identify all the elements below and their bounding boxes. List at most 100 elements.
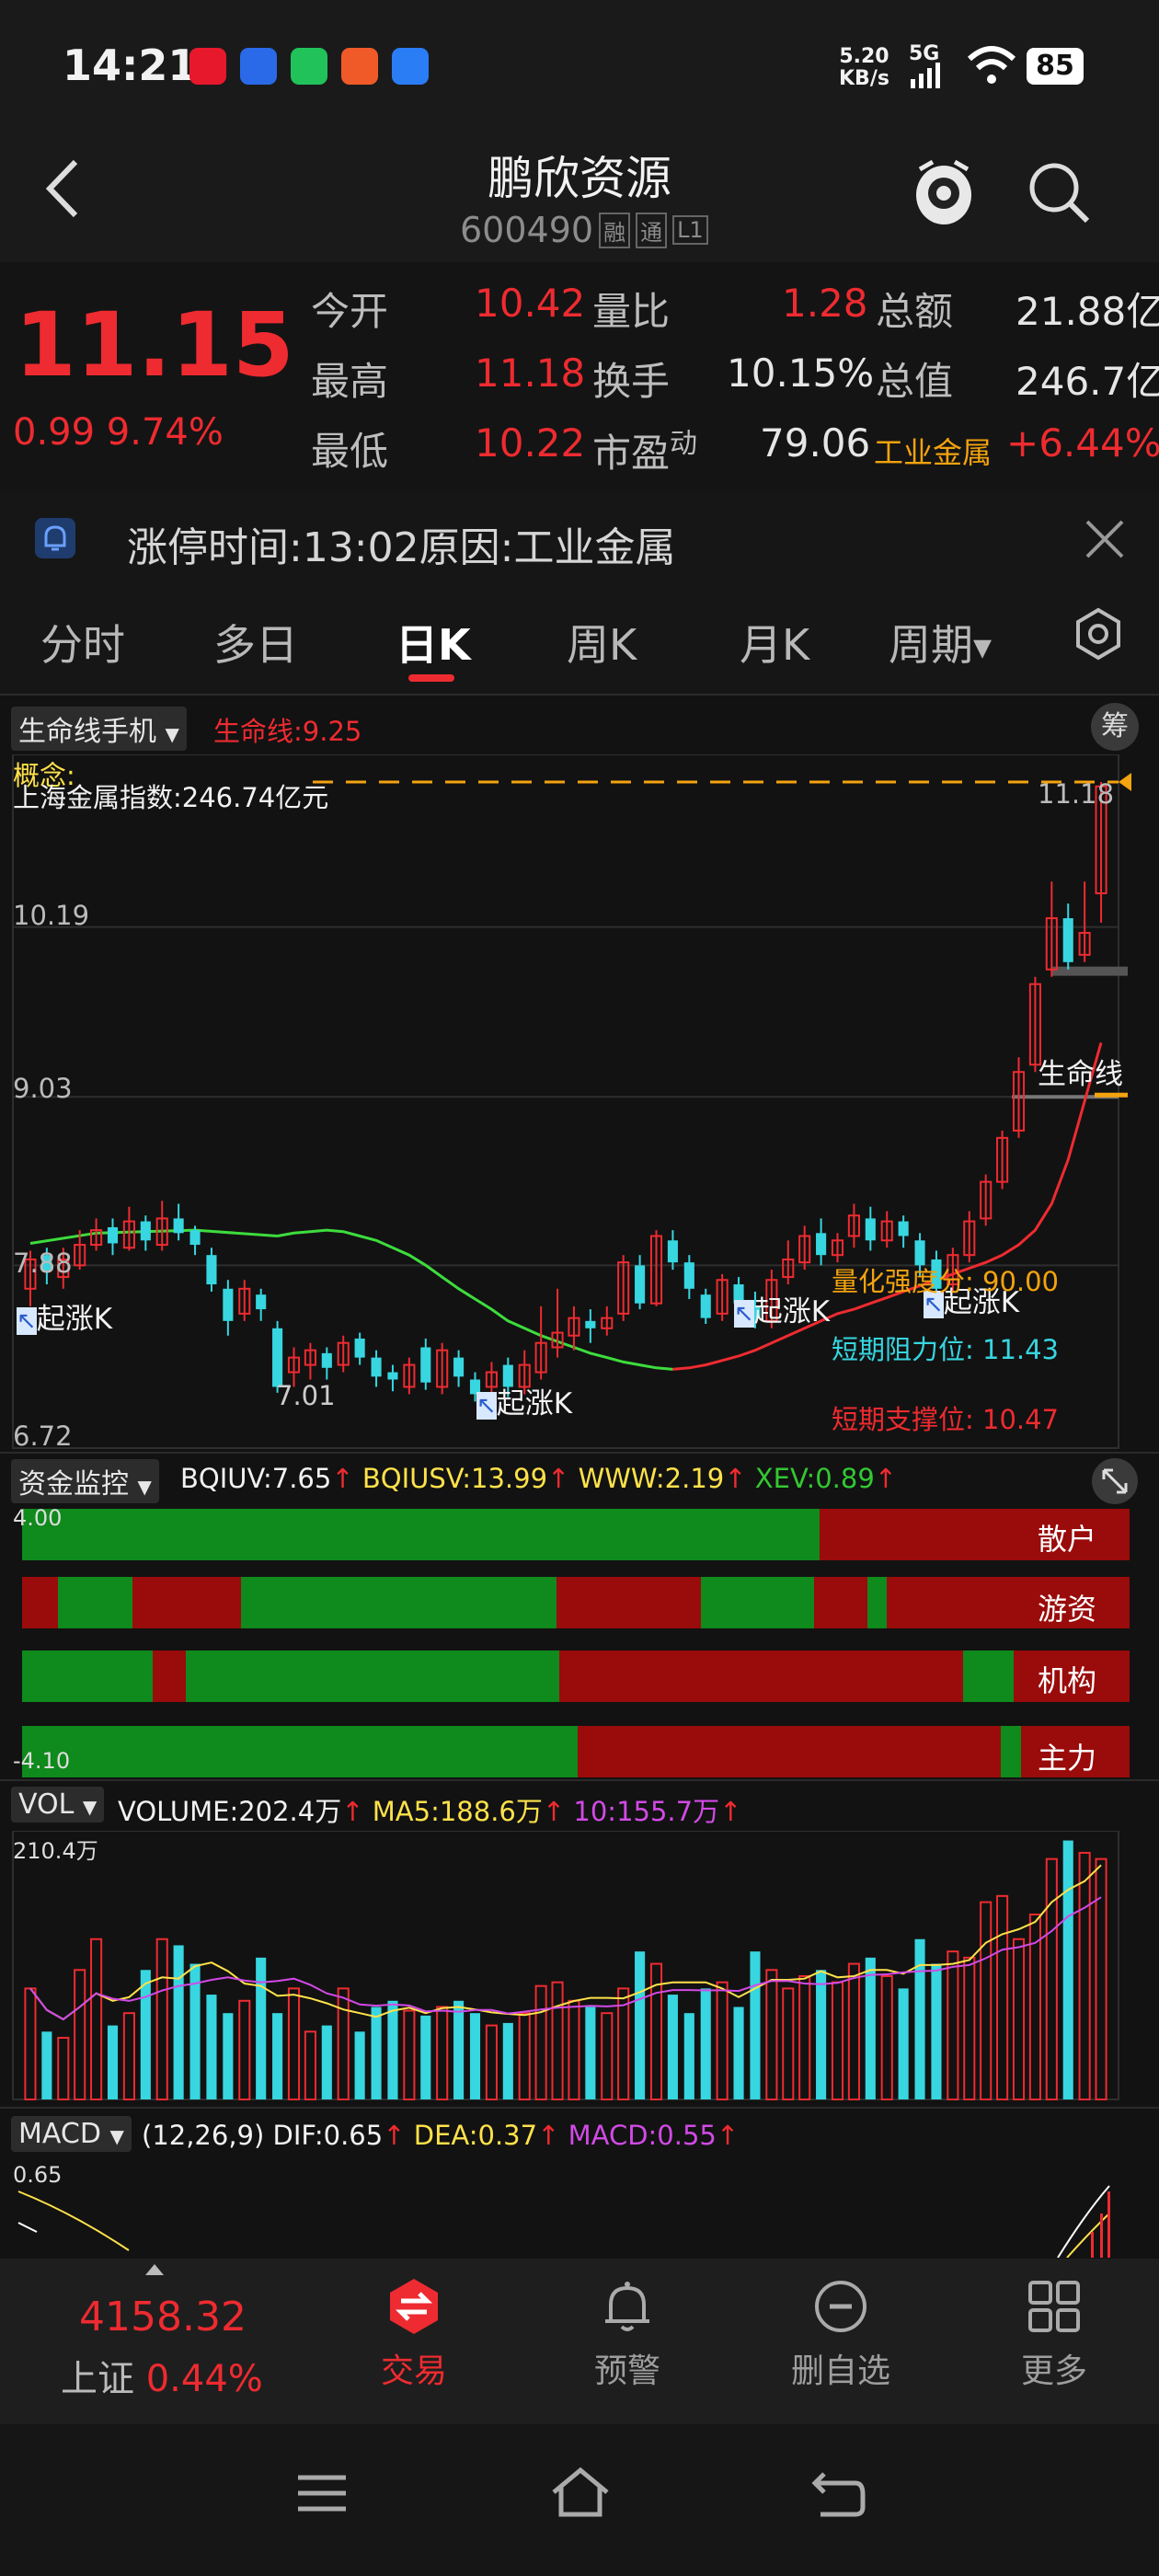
volume-chart [12, 1831, 1119, 2101]
volume-bar [1078, 1851, 1091, 2100]
candle-body [371, 1357, 382, 1377]
app-icon-blue [240, 48, 277, 85]
close-icon[interactable] [1084, 518, 1126, 560]
candle-body [256, 1294, 267, 1310]
volume-bar [206, 1995, 217, 2099]
chevron-down-icon: ▼ [82, 1796, 98, 1818]
bqiuv-value: BQIUV:7.65 [180, 1463, 332, 1494]
pe-label: 市盈动 [592, 428, 698, 476]
limit-up-banner[interactable]: 涨停时间:13:02原因:工业金属 [0, 492, 1159, 584]
candle-body [387, 1372, 398, 1380]
indicator-selector[interactable]: 生命线手机 ▼ [11, 707, 187, 751]
menu-icon[interactable] [294, 2470, 350, 2516]
volume-bar [733, 2007, 744, 2099]
nav-trade[interactable]: 交易 [340, 2277, 488, 2392]
nav-more[interactable]: 更多 [981, 2277, 1128, 2392]
app-icon-red [189, 48, 226, 85]
divider [0, 2107, 1159, 2109]
candle-body [635, 1265, 646, 1304]
battery-indicator: 85 [1027, 48, 1084, 85]
tab-period[interactable]: 周期▼ [889, 612, 992, 673]
overlay-text: 上海金属指数:246.74亿元 [13, 782, 329, 813]
volume-bar [996, 1894, 1009, 2100]
volume-bar [847, 1962, 860, 2100]
vol-selector[interactable]: VOL ▼ [11, 1787, 105, 1823]
volume-bar [568, 1999, 580, 2100]
fund-label-institution: 机构 [1037, 1663, 1096, 1698]
volume-bar [238, 1999, 251, 2100]
volume-bar [304, 2030, 316, 2100]
volume-bar [57, 2036, 70, 2100]
candle-body [453, 1357, 465, 1377]
nav-alert[interactable]: 预警 [554, 2277, 701, 2392]
app-icon-orange [341, 48, 378, 85]
high-value: 11.18 [475, 351, 586, 396]
home-icon[interactable] [548, 2465, 613, 2520]
chevron-down-icon: ▼ [137, 1476, 152, 1498]
fund-row-retail [22, 1509, 1130, 1560]
expand-icon[interactable] [1091, 1457, 1139, 1505]
bottom-nav: 4158.32 上证 0.44% 交易 预警 删自选 更多 [0, 2259, 1159, 2424]
volume-bar [502, 2022, 513, 2099]
settings-icon[interactable] [1071, 606, 1126, 661]
macd-dea: DEA:0.37 [413, 2120, 538, 2151]
turnover-rate-label: 换手 [592, 359, 671, 404]
volume-bar [831, 1981, 844, 2100]
rise-k-signal: ↖起涨K [17, 1303, 113, 1336]
fund-segment-inflow [22, 1650, 154, 1702]
net-speed: 5.20 KB/s [839, 45, 889, 90]
volume-bar [963, 1956, 976, 2100]
fund-segment-outflow [557, 1577, 701, 1628]
lifeline-green [277, 1228, 673, 1371]
volume-bar [485, 2024, 498, 2101]
volume-bar [420, 2015, 431, 2099]
banner-text: 涨停时间:13:02原因:工业金属 [127, 524, 676, 571]
fund-row-hot-money [22, 1577, 1130, 1628]
tab-multi-day[interactable]: 多日 [213, 612, 298, 673]
bell-icon [605, 2282, 649, 2331]
status-time: 14:21 [63, 40, 198, 90]
candle-body [272, 1328, 283, 1387]
nav-remove-watchlist[interactable]: 删自选 [767, 2277, 914, 2392]
chips-button[interactable]: 筹 [1091, 703, 1139, 751]
level-badge: L1 [672, 215, 708, 245]
fund-segment-outflow [132, 1577, 242, 1628]
volume-bar [371, 2007, 382, 2099]
mascot-icon[interactable] [911, 155, 977, 228]
index-value[interactable]: 4158.32 [79, 2294, 247, 2340]
search-icon[interactable] [1027, 160, 1093, 226]
volume-bar [287, 1987, 301, 2100]
tab-daily-k[interactable]: 日K [396, 612, 471, 673]
turnover-amount-value: 21.88亿 [1016, 289, 1159, 334]
volume-bar [24, 1987, 37, 2100]
lifeline-value: 生命线:9.25 [213, 716, 362, 747]
macd-indicators: (12,26,9) DIF:0.65↑ DEA:0.37↑ MACD:0.55↑ [142, 2120, 740, 2151]
fund-segment-outflow [558, 1650, 964, 1702]
macd-dif: DIF:0.65 [272, 2120, 384, 2151]
volume-bar [534, 1984, 547, 2100]
fund-segment-inflow [866, 1577, 888, 1628]
sector-name[interactable]: 工业金属 [874, 430, 992, 472]
tab-weekly-k[interactable]: 周K [567, 612, 637, 673]
index-info[interactable]: 上证 0.44% [61, 2349, 263, 2402]
volume-bar [155, 1938, 168, 2101]
tab-intraday[interactable]: 分时 [40, 612, 125, 673]
vol-ma10-value: 10:155.7万 [573, 1796, 720, 1827]
macd-selector[interactable]: MACD ▼ [11, 2116, 132, 2152]
fund-row-institution [22, 1650, 1130, 1702]
tab-monthly-k[interactable]: 月K [740, 612, 809, 673]
trade-icon [390, 2279, 438, 2334]
volume-bar [453, 2000, 465, 2099]
volume-bar [436, 2006, 449, 2100]
back-icon[interactable] [809, 2467, 868, 2520]
volume-bar [880, 1974, 893, 2100]
divider [0, 694, 1159, 696]
fund-monitor-selector[interactable]: 资金监控 ▼ [11, 1459, 159, 1503]
volume-value: VOLUME:202.4万 [118, 1796, 342, 1827]
wifi-icon [967, 46, 1016, 84]
volume-bar [700, 1988, 711, 2099]
fund-segment-outflow [153, 1650, 187, 1702]
pe-value: 79.06 [760, 420, 871, 466]
candle-body [667, 1240, 678, 1263]
volume-bar [354, 2031, 365, 2099]
